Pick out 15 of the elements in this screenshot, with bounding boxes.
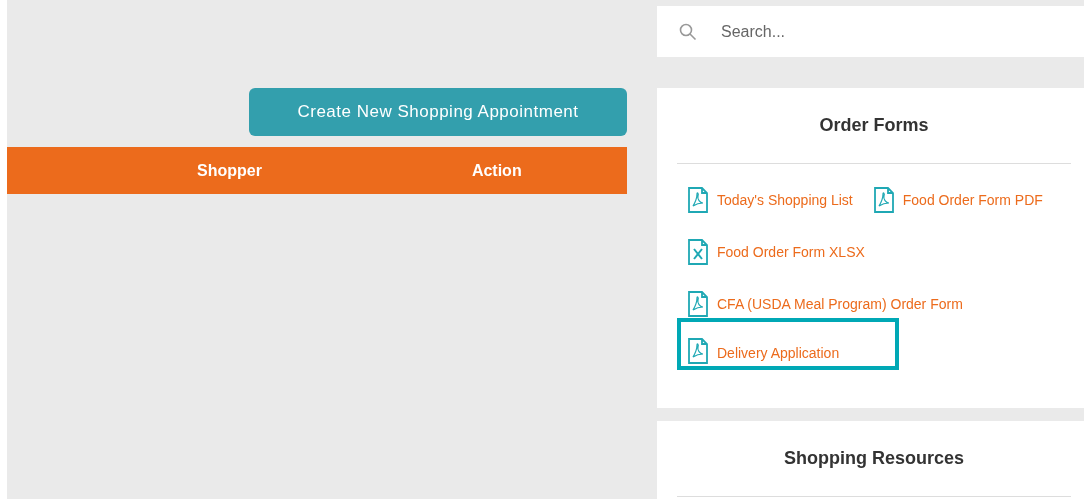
- create-appointment-button[interactable]: Create New Shopping Appointment: [249, 88, 627, 136]
- spreadsheet-file-icon: [687, 239, 709, 265]
- column-header: Shopper: [197, 160, 262, 181]
- form-link[interactable]: Delivery Application: [677, 318, 900, 370]
- card-title: Order Forms: [677, 88, 1071, 164]
- search-field[interactable]: Search...: [657, 6, 1084, 57]
- form-link[interactable]: Food Order Form XLSX: [677, 226, 865, 278]
- pdf-file-icon: [687, 187, 709, 213]
- pdf-file-icon: [687, 338, 709, 364]
- card-title: Shopping Resources: [677, 421, 1071, 497]
- pdf-file-icon: [687, 291, 709, 317]
- form-link[interactable]: Food Order Form PDF: [862, 174, 1043, 226]
- pdf-file-icon: [872, 187, 895, 213]
- column-header: Action: [471, 160, 522, 181]
- form-link[interactable]: Today's Shopping List: [677, 174, 853, 226]
